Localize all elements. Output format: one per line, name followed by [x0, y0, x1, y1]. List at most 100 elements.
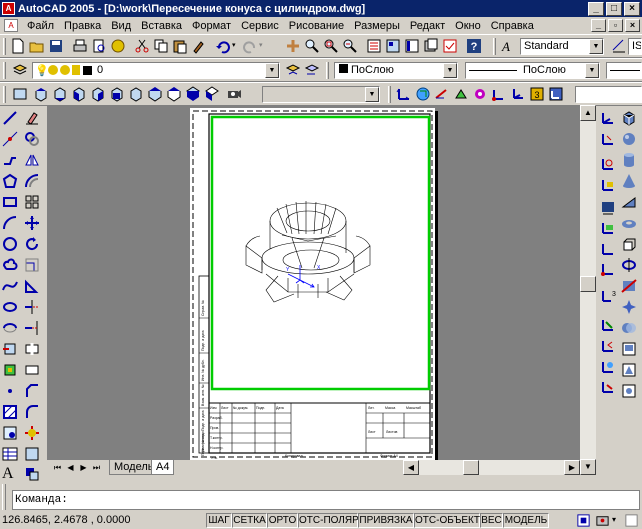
setup-drawing-icon[interactable]: [621, 341, 637, 357]
revolve-icon[interactable]: [621, 257, 637, 273]
menu-file[interactable]: Файл: [22, 20, 59, 32]
markup-icon[interactable]: [442, 38, 458, 54]
top-view-icon[interactable]: [33, 86, 49, 102]
redo-icon[interactable]: [242, 38, 258, 54]
polar-toggle[interactable]: ОТС-ПОЛЯР: [298, 513, 359, 528]
offset-icon[interactable]: [24, 173, 40, 189]
properties-icon[interactable]: [366, 38, 382, 54]
menu-edit[interactable]: Правка: [59, 20, 106, 32]
spline-icon[interactable]: [2, 278, 18, 294]
lock-icon[interactable]: [72, 65, 80, 75]
clean-screen-icon[interactable]: [624, 513, 639, 528]
grid-toggle[interactable]: СЕТКА: [232, 513, 267, 528]
layer-previous-icon[interactable]: [304, 62, 320, 78]
copy-object-icon[interactable]: [24, 131, 40, 147]
maximize-button[interactable]: □: [606, 1, 622, 16]
torus-solid-icon[interactable]: [621, 215, 637, 231]
construction-line-icon[interactable]: [2, 131, 18, 147]
doc-restore-button[interactable]: ▫: [608, 19, 623, 32]
bottom-view-icon[interactable]: [52, 86, 68, 102]
fillet-icon[interactable]: [24, 404, 40, 420]
world-ucs-icon[interactable]: [415, 86, 431, 102]
linetype-select[interactable]: ПоСлою ▼: [465, 62, 600, 79]
tray-menu-icon[interactable]: ▾: [612, 515, 616, 524]
erase-icon[interactable]: [24, 110, 40, 126]
ucs-y-icon[interactable]: [600, 156, 616, 172]
layer-select[interactable]: 💡 0 ▼: [32, 62, 280, 79]
scroll-right-button[interactable]: ▶: [564, 460, 580, 475]
polyline-icon[interactable]: [2, 152, 18, 168]
sheet-set-icon[interactable]: [423, 38, 439, 54]
menu-view[interactable]: Вид: [106, 20, 136, 32]
print-icon[interactable]: [72, 38, 88, 54]
menu-window[interactable]: Окно: [450, 20, 486, 32]
front-view-icon[interactable]: [109, 86, 125, 102]
circle-icon[interactable]: [2, 236, 18, 252]
setup-view-icon[interactable]: [621, 362, 637, 378]
menu-tools[interactable]: Сервис: [236, 20, 284, 32]
back-view-icon[interactable]: [128, 86, 144, 102]
command-input[interactable]: Команда:: [12, 490, 640, 510]
undo-icon[interactable]: [215, 38, 231, 54]
cone-solid-icon[interactable]: [621, 173, 637, 189]
help-icon[interactable]: ?: [466, 38, 482, 54]
maximize-viewport-icon[interactable]: [576, 513, 591, 528]
chevron-down-icon[interactable]: ▼: [585, 63, 599, 78]
freeze-viewport-icon[interactable]: [60, 65, 70, 75]
extrude-icon[interactable]: [621, 236, 637, 252]
ucs-face-icon[interactable]: [600, 200, 616, 216]
text-style-select[interactable]: Standard ▼: [520, 38, 604, 55]
freeze-sun-icon[interactable]: [48, 65, 58, 75]
mirror-icon[interactable]: [24, 152, 40, 168]
next-tab-button[interactable]: ▶: [77, 461, 90, 474]
explode-icon[interactable]: [24, 425, 40, 441]
point-icon[interactable]: [2, 383, 18, 399]
otrack-toggle[interactable]: ОТС-ОБЪЕКТ: [414, 513, 480, 528]
publish-icon[interactable]: [110, 38, 126, 54]
box-solid-icon[interactable]: [621, 110, 637, 126]
ucs-previous-icon[interactable]: [600, 338, 616, 354]
ucs-named-icon[interactable]: [600, 379, 616, 395]
layer-manager-icon[interactable]: [12, 62, 28, 78]
sw-isometric-icon[interactable]: [147, 86, 163, 102]
dim-style-icon[interactable]: [611, 38, 627, 54]
ucs-z-icon[interactable]: [600, 177, 616, 193]
paste-icon[interactable]: [172, 38, 188, 54]
cut-icon[interactable]: [134, 38, 150, 54]
scroll-left-button[interactable]: ◀: [403, 460, 419, 475]
object-ucs-icon[interactable]: [434, 86, 450, 102]
break-icon[interactable]: [24, 341, 40, 357]
z-axis-ucs-icon[interactable]: [510, 86, 526, 102]
make-object-layer-current-icon[interactable]: [285, 62, 301, 78]
scroll-down-button[interactable]: ▼: [580, 459, 596, 475]
scroll-up-button[interactable]: ▲: [580, 105, 596, 121]
menu-insert[interactable]: Вставка: [136, 20, 187, 32]
ucs-origin-icon[interactable]: [600, 261, 616, 277]
open-folder-icon[interactable]: [29, 38, 45, 54]
scale-icon[interactable]: [24, 257, 40, 273]
doc-minimize-button[interactable]: _: [591, 19, 606, 32]
stretch-icon[interactable]: [24, 278, 40, 294]
chevron-down-icon[interactable]: ▼: [265, 63, 279, 78]
coordinates-display[interactable]: 126.8465, 2.4678 , 0.0000: [2, 513, 130, 528]
ucs-3-icon[interactable]: 3: [600, 288, 616, 304]
lineweight-select[interactable]: [606, 62, 642, 79]
hscroll-thumb[interactable]: [463, 460, 479, 475]
menu-help[interactable]: Справка: [486, 20, 539, 32]
drawing-canvas[interactable]: Y X Изм Лист № докум. Подп. Дата Разраб.…: [47, 105, 580, 460]
menu-format[interactable]: Формат: [187, 20, 236, 32]
vertical-scrollbar[interactable]: ▲ ▼: [580, 105, 596, 475]
chevron-down-icon[interactable]: ▼: [443, 63, 457, 78]
nw-isometric-icon[interactable]: [204, 86, 220, 102]
ellipse-icon[interactable]: [2, 299, 18, 315]
ucs-icon[interactable]: [396, 86, 412, 102]
slice-icon[interactable]: [621, 278, 637, 294]
move-icon[interactable]: [24, 215, 40, 231]
layer-on-icon[interactable]: 💡: [35, 64, 49, 78]
apply-ucs-icon[interactable]: [548, 86, 564, 102]
ucs-view-icon[interactable]: [600, 220, 616, 236]
draworder-icon[interactable]: [24, 466, 40, 482]
osnap-toggle[interactable]: ПРИВЯЗКА: [358, 513, 414, 528]
chamfer-icon[interactable]: [24, 383, 40, 399]
save-icon[interactable]: [48, 38, 64, 54]
